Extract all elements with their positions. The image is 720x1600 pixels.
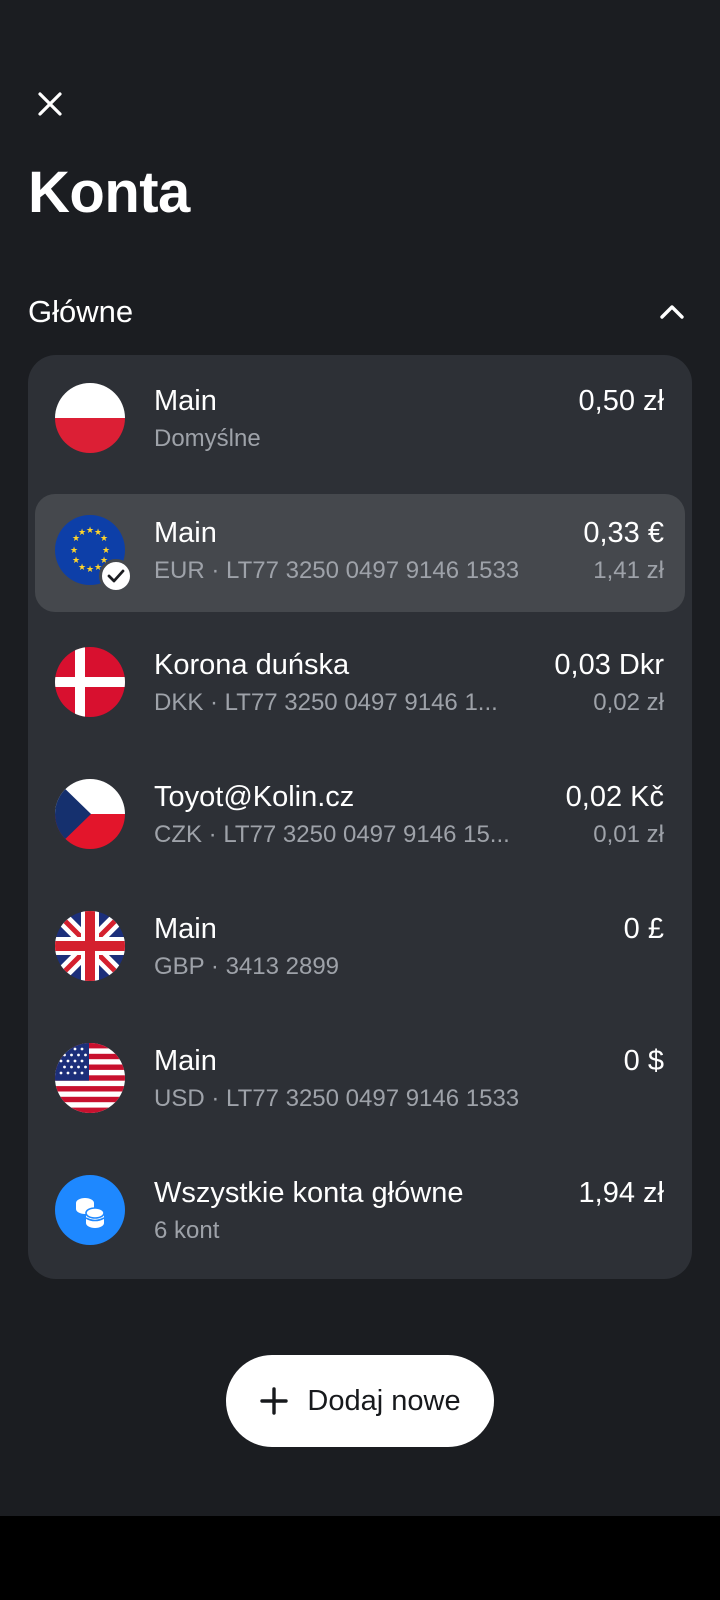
account-subtitle: DKK · LT77 3250 0497 9146 1... xyxy=(154,689,498,716)
account-balance: 0 £ xyxy=(623,913,664,945)
account-subtitle: EUR · LT77 3250 0497 9146 1533 xyxy=(154,557,520,584)
add-new-button[interactable]: Dodaj nowe xyxy=(226,1355,494,1447)
close-icon xyxy=(38,92,62,116)
account-balance: 0,02 Kč xyxy=(565,781,664,813)
account-balance: 1,94 zł xyxy=(578,1177,664,1209)
account-balance-pln: 0,01 zł xyxy=(593,821,664,848)
poland-flag-icon xyxy=(55,383,125,453)
czech-flag-icon xyxy=(55,779,125,849)
account-name: Main xyxy=(154,913,217,945)
usa-flag-icon xyxy=(55,1043,125,1113)
section-title: Główne xyxy=(28,294,134,329)
account-row-dkk[interactable]: Korona duńska DKK · LT77 3250 0497 9146 … xyxy=(28,619,692,751)
account-balance-pln: 1,41 zł xyxy=(593,557,664,584)
account-balance: 0,33 € xyxy=(583,517,664,549)
plus-icon xyxy=(260,1387,289,1415)
add-new-label: Dodaj nowe xyxy=(307,1384,461,1417)
account-subtitle: USD · LT77 3250 0497 9146 1533 xyxy=(154,1085,520,1112)
account-row-czk[interactable]: Toyot@Kolin.cz CZK · LT77 3250 0497 9146… xyxy=(28,751,692,883)
account-name: Korona duńska xyxy=(154,649,350,681)
account-balance: 0,50 zł xyxy=(578,385,664,417)
account-row-gbp[interactable]: Main GBP · 3413 2899 0 £ xyxy=(28,883,692,1015)
svg-text:★: ★ xyxy=(102,546,110,556)
account-subtitle: Domyślne xyxy=(154,425,261,452)
account-subtitle: CZK · LT77 3250 0497 9146 15... xyxy=(154,821,510,848)
account-row-eur-main[interactable]: ★ ★ ★ ★ ★ ★ ★ ★ ★ ★ ★ ★ Main EUR · LT77 … xyxy=(28,487,692,619)
chevron-up-icon[interactable] xyxy=(652,292,692,332)
account-balance: 0,03 Dkr xyxy=(554,649,664,681)
svg-text:★: ★ xyxy=(86,526,94,536)
account-row-all-main[interactable]: Wszystkie konta główne 6 kont 1,94 zł xyxy=(28,1147,692,1279)
account-row-pln-main[interactable]: Main Domyślne 0,50 zł xyxy=(28,355,692,487)
system-navigation-bar xyxy=(0,1516,720,1600)
uk-flag-icon xyxy=(55,911,125,981)
denmark-flag-icon xyxy=(55,647,125,717)
account-row-usd[interactable]: Main USD · LT77 3250 0497 9146 1533 0 $ xyxy=(28,1015,692,1147)
account-balance-pln: 0,02 zł xyxy=(593,689,664,716)
account-name: Main xyxy=(154,385,217,417)
svg-text:★: ★ xyxy=(86,565,94,575)
account-name: Main xyxy=(154,1045,217,1077)
coins-icon xyxy=(55,1175,125,1245)
page-title: Konta xyxy=(28,160,190,225)
svg-text:★: ★ xyxy=(72,556,80,566)
section-header[interactable]: Główne xyxy=(28,284,692,340)
account-subtitle: 6 kont xyxy=(154,1217,220,1244)
svg-text:★: ★ xyxy=(78,528,86,538)
account-name: Main xyxy=(154,517,217,549)
checkmark-icon xyxy=(99,559,133,593)
svg-text:★: ★ xyxy=(100,534,108,544)
account-subtitle: GBP · 3413 2899 xyxy=(154,953,340,980)
account-name: Toyot@Kolin.cz xyxy=(154,781,355,813)
close-button[interactable] xyxy=(28,82,72,126)
account-balance: 0 $ xyxy=(623,1045,664,1077)
eu-flag-icon: ★ ★ ★ ★ ★ ★ ★ ★ ★ ★ ★ ★ xyxy=(55,515,133,593)
svg-text:★: ★ xyxy=(70,546,78,556)
accounts-card: Main Domyślne 0,50 zł ★ ★ ★ ★ ★ ★ ★ ★ ★ … xyxy=(28,355,692,1279)
account-name: Wszystkie konta główne xyxy=(154,1177,464,1209)
